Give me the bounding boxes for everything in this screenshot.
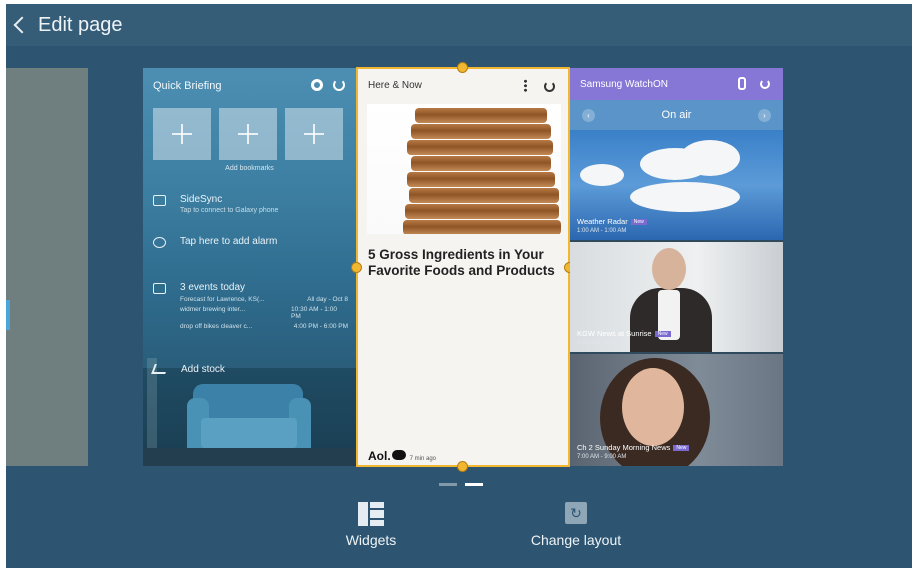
new-badge: New [673, 444, 690, 451]
on-air-label: On air [661, 109, 692, 121]
cloud-shape [630, 182, 740, 212]
wallpaper-floor [143, 448, 356, 466]
wallpaper-sofa-seat [201, 418, 297, 448]
page-title[interactable]: Edit page [38, 14, 123, 37]
resize-handle-top[interactable] [457, 62, 468, 73]
show-tile[interactable]: Ch 2 Sunday Morning News New 7:00 AM - 9:… [570, 354, 783, 466]
add-bookmarks-label: Add bookmarks [225, 165, 274, 172]
anchor-head [652, 248, 686, 290]
change-layout-button[interactable]: ↻ Change layout [526, 502, 626, 548]
widgets-label: Widgets [345, 532, 397, 548]
top-bar: Edit page [6, 4, 912, 46]
here-and-now-title: Here & Now [368, 80, 422, 91]
back-chevron-icon[interactable] [13, 16, 31, 34]
resize-handle-left[interactable] [351, 262, 362, 273]
bread-slice [409, 188, 559, 203]
event-row: drop off bikes cleaver c... 4:00 PM - 6:… [180, 323, 348, 330]
event-time: 10:30 AM - 1:00 PM [291, 306, 337, 320]
cloud-shape [580, 164, 624, 186]
page-edge-indicator [6, 300, 10, 330]
show-tile[interactable]: Weather Radar New 1:00 AM - 1:00 AM [570, 130, 783, 240]
article-headline[interactable]: 5 Gross Ingredients in Your Favorite Foo… [368, 247, 560, 279]
page-dot [439, 483, 457, 486]
event-name: Forecast for Lawrence, KS(... [180, 296, 265, 303]
event-name: widmer brewing inter... [180, 306, 246, 313]
next-arrow-icon[interactable]: › [758, 109, 771, 122]
new-badge: New [630, 218, 647, 225]
event-name: drop off bikes cleaver c... [180, 323, 253, 330]
bread-slice [403, 220, 561, 234]
new-badge: New [654, 330, 671, 337]
bread-slice [407, 140, 553, 155]
edit-page-screen: Edit page Quick Briefing Add bookmarks S… [6, 4, 912, 568]
aol-logo: Aol. [368, 449, 391, 463]
refresh-icon[interactable] [544, 81, 555, 92]
widgets-button[interactable]: Widgets [342, 502, 400, 548]
show-name: KGW News at Sunrise [577, 329, 652, 338]
add-bookmark-button[interactable] [219, 108, 277, 160]
bread-slice [405, 204, 559, 219]
events-title: 3 events today [180, 282, 246, 293]
sidesync-title: SideSync [180, 194, 223, 205]
show-time: 6:00 AM - 9:00 AM [577, 340, 627, 346]
bread-slice [411, 124, 551, 139]
event-row: Forecast for Lawrence, KS(... All day - … [180, 296, 348, 303]
article-image[interactable] [367, 104, 561, 234]
remote-icon[interactable] [738, 77, 746, 90]
event-time: All day - Oct 8 [307, 296, 348, 303]
show-time: 1:00 AM - 1:00 AM [577, 228, 627, 234]
change-layout-icon: ↻ [565, 502, 587, 524]
page-indicator [439, 483, 491, 486]
previous-page-preview[interactable] [6, 68, 88, 466]
aol-on-icon [391, 450, 406, 460]
sidesync-icon [153, 195, 166, 206]
stock-chart-icon [151, 364, 169, 374]
sidesync-item[interactable]: SideSync Tap to connect to Galaxy phone [153, 194, 278, 214]
show-info: KGW News at Sunrise New 6:00 AM - 9:00 AM [577, 329, 671, 346]
refresh-icon[interactable] [760, 79, 770, 89]
alarm-label: Tap here to add alarm [180, 236, 278, 247]
sidesync-subtitle: Tap to connect to Galaxy phone [180, 207, 279, 214]
show-time: 7:00 AM - 9:00 AM [577, 454, 627, 460]
bread-slice [411, 156, 551, 171]
here-and-now-page[interactable]: Here & Now 5 Gross Ingredients in Your F… [356, 67, 570, 467]
show-tile[interactable]: KGW News at Sunrise New 6:00 AM - 9:00 AM [570, 242, 783, 352]
add-bookmark-button[interactable] [285, 108, 343, 160]
alarm-item[interactable]: Tap here to add alarm [153, 236, 277, 248]
event-row: widmer brewing inter... 10:30 AM - 1:00 … [180, 306, 348, 320]
quick-briefing-page[interactable]: Quick Briefing Add bookmarks SideSync Ta… [143, 68, 356, 466]
event-time: 4:00 PM - 6:00 PM [293, 323, 348, 330]
refresh-icon[interactable] [333, 79, 345, 91]
watchon-title: Samsung WatchON [580, 79, 668, 90]
widgets-icon [358, 502, 384, 526]
more-options-icon[interactable] [524, 79, 527, 92]
change-layout-label: Change layout [530, 532, 622, 548]
add-stock-label: Add stock [181, 364, 225, 375]
gear-icon[interactable] [311, 79, 323, 91]
watchon-page[interactable]: Samsung WatchON ‹ On air › Weather Radar… [570, 68, 783, 466]
wallpaper-sofa-back [193, 384, 303, 422]
watchon-header: Samsung WatchON [570, 68, 783, 100]
add-stock-item[interactable]: Add stock [151, 364, 225, 375]
add-bookmark-button[interactable] [153, 108, 211, 160]
cloud-shape [680, 140, 740, 176]
show-name: Weather Radar [577, 217, 628, 226]
article-source: Aol. 7 min ago [368, 449, 436, 463]
show-info: Ch 2 Sunday Morning News New 7:00 AM - 9:… [577, 443, 690, 460]
quick-briefing-title: Quick Briefing [153, 80, 222, 92]
bread-slice [415, 108, 547, 123]
page-dot-active [465, 483, 483, 486]
bread-slice [407, 172, 555, 187]
article-time: 7 min ago [409, 456, 437, 462]
show-name: Ch 2 Sunday Morning News [577, 443, 671, 452]
alarm-clock-icon [153, 237, 166, 248]
events-item[interactable]: 3 events today Forecast for Lawrence, KS… [153, 282, 348, 330]
anchor-face [622, 368, 684, 446]
calendar-icon [153, 283, 166, 294]
resize-handle-bottom[interactable] [457, 461, 468, 472]
show-info: Weather Radar New 1:00 AM - 1:00 AM [577, 217, 647, 234]
